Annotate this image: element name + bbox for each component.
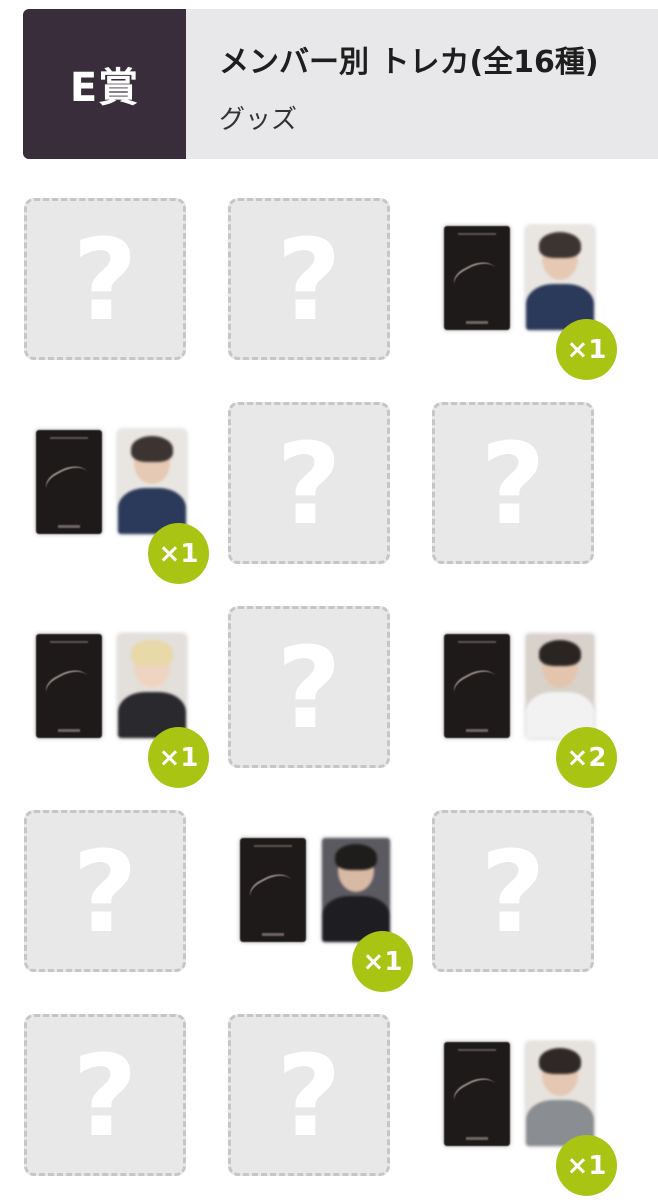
quantity-badge: ×1	[556, 1135, 617, 1196]
card-photo-image	[118, 634, 186, 738]
unknown-card-slot[interactable]: ?	[228, 402, 390, 564]
card-back-image	[444, 226, 510, 330]
owned-card-slot[interactable]: ×1	[228, 810, 413, 992]
prize-title: メンバー別 トレカ(全16種)	[219, 45, 599, 80]
owned-card-slot[interactable]: ×1	[24, 606, 209, 788]
owned-card-slot[interactable]: ×2	[432, 606, 617, 788]
card-back-image	[444, 1042, 510, 1146]
card-photo-image	[118, 430, 186, 534]
question-mark-icon: ?	[276, 216, 342, 346]
quantity-badge: ×1	[148, 727, 209, 788]
unknown-card-slot[interactable]: ?	[228, 606, 390, 768]
question-mark-icon: ?	[72, 216, 138, 346]
card-back-image	[444, 634, 510, 738]
prize-rank-badge: E賞	[23, 9, 186, 159]
quantity-badge: ×2	[556, 727, 617, 788]
prize-rank-label: E賞	[69, 65, 140, 111]
card-photo-image	[322, 838, 390, 942]
prize-category: グッズ	[219, 105, 298, 135]
unknown-card-slot[interactable]: ?	[24, 810, 186, 972]
question-mark-icon: ?	[276, 420, 342, 550]
card-photo-image	[526, 226, 594, 330]
question-mark-icon: ?	[72, 828, 138, 958]
question-mark-icon: ?	[480, 420, 546, 550]
prize-info: メンバー別 トレカ(全16種) グッズ	[186, 9, 658, 159]
card-photo-image	[526, 634, 594, 738]
prize-header: E賞 メンバー別 トレカ(全16種) グッズ	[23, 9, 658, 159]
unknown-card-slot[interactable]: ?	[228, 1014, 390, 1176]
unknown-card-slot[interactable]: ?	[228, 198, 390, 360]
card-back-image	[240, 838, 306, 942]
owned-card-slot[interactable]: ×1	[24, 402, 209, 584]
quantity-badge: ×1	[556, 319, 617, 380]
owned-card-slot[interactable]: ×1	[432, 198, 617, 380]
card-back-image	[36, 634, 102, 738]
owned-card-slot[interactable]: ×1	[432, 1014, 617, 1196]
unknown-card-slot[interactable]: ?	[432, 810, 594, 972]
question-mark-icon: ?	[72, 1032, 138, 1162]
question-mark-icon: ?	[276, 1032, 342, 1162]
question-mark-icon: ?	[480, 828, 546, 958]
question-mark-icon: ?	[276, 624, 342, 754]
quantity-badge: ×1	[352, 931, 413, 992]
unknown-card-slot[interactable]: ?	[24, 198, 186, 360]
unknown-card-slot[interactable]: ?	[432, 402, 594, 564]
card-back-image	[36, 430, 102, 534]
card-photo-image	[526, 1042, 594, 1146]
quantity-badge: ×1	[148, 523, 209, 584]
unknown-card-slot[interactable]: ?	[24, 1014, 186, 1176]
